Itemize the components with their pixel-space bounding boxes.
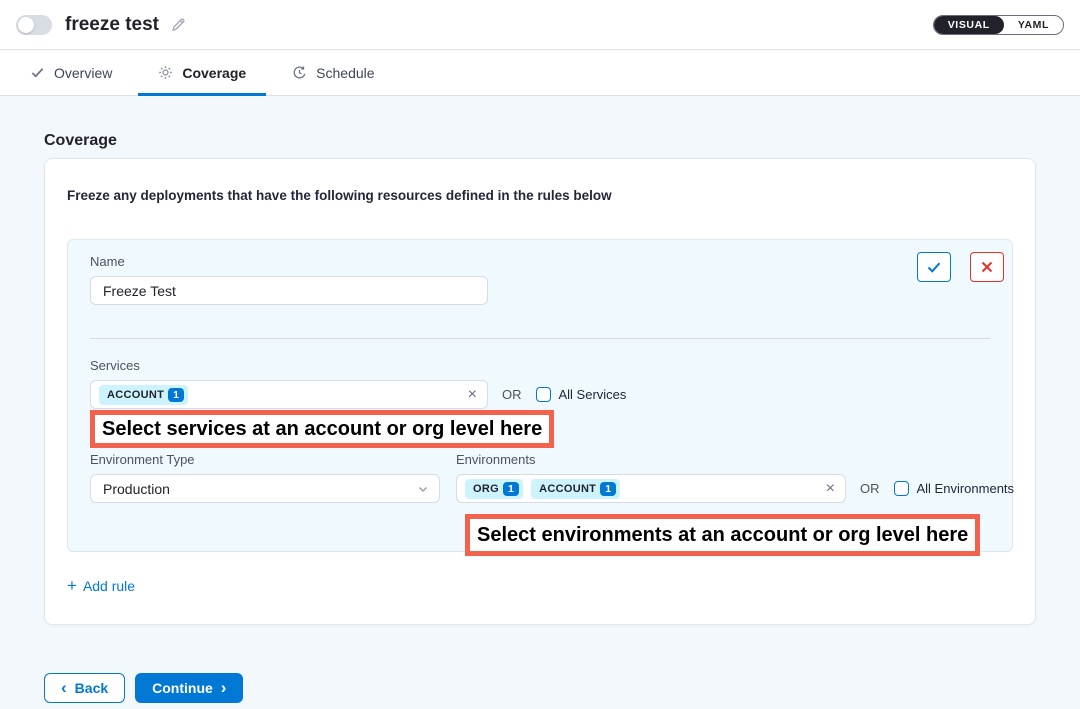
services-row: ACCOUNT 1 × OR All Services <box>90 380 990 409</box>
tab-schedule[interactable]: Schedule <box>278 50 388 95</box>
tab-schedule-label: Schedule <box>316 65 374 81</box>
environments-row: ORG 1 ACCOUNT 1 × OR All Environments <box>456 474 1014 503</box>
name-label: Name <box>90 254 990 269</box>
all-services-label: All Services <box>559 387 627 402</box>
view-mode-toggle: VISUAL YAML <box>933 15 1064 35</box>
chip-label: ORG <box>473 483 499 495</box>
back-button[interactable]: ‹ Back <box>44 673 125 703</box>
gear-icon <box>158 65 173 80</box>
tab-overview[interactable]: Overview <box>16 50 126 95</box>
chip-count-badge: 1 <box>168 388 184 402</box>
rule-name-input[interactable] <box>90 276 488 305</box>
chip-count-badge: 1 <box>600 482 616 496</box>
environments-or-label: OR <box>860 481 880 496</box>
edit-title-icon[interactable] <box>170 16 187 33</box>
service-scope-chip[interactable]: ACCOUNT 1 <box>99 385 188 405</box>
continue-button-label: Continue <box>152 680 213 696</box>
all-services-checkbox[interactable] <box>536 387 551 402</box>
tab-coverage-label: Coverage <box>182 65 246 81</box>
services-multiselect[interactable]: ACCOUNT 1 × <box>90 380 488 409</box>
coverage-card: Freeze any deployments that have the fol… <box>44 158 1036 625</box>
all-environments-label: All Environments <box>917 481 1015 496</box>
all-environments-checkbox[interactable] <box>894 481 909 496</box>
environment-type-select[interactable]: Production <box>90 474 440 503</box>
main-content: Coverage Freeze any deployments that hav… <box>0 132 1080 703</box>
yaml-mode-button[interactable]: YAML <box>1004 16 1063 34</box>
environment-row: Environment Type Production Environments <box>90 452 990 503</box>
tab-overview-label: Overview <box>54 65 112 81</box>
chip-label: ACCOUNT <box>539 483 596 495</box>
chevron-left-icon: ‹ <box>61 679 67 696</box>
chevron-right-icon: › <box>221 679 227 696</box>
chip-label: ACCOUNT <box>107 389 164 401</box>
services-label: Services <box>90 358 990 373</box>
apply-rule-button[interactable] <box>917 252 951 282</box>
card-description: Freeze any deployments that have the fol… <box>67 187 1013 205</box>
visual-mode-button[interactable]: VISUAL <box>934 16 1004 34</box>
add-rule-button[interactable]: + Add rule <box>67 577 135 594</box>
clear-environments-icon[interactable]: × <box>826 481 835 497</box>
check-icon <box>30 65 45 80</box>
rule-actions <box>917 252 1004 282</box>
services-annotation: Select services at an account or org lev… <box>90 410 554 448</box>
environment-type-value: Production <box>103 481 170 497</box>
rule-editor-panel: Name Services ACCOUNT 1 × OR All Service… <box>67 239 1013 552</box>
page-title: freeze test <box>65 14 159 36</box>
chip-count-badge: 1 <box>503 482 519 496</box>
recurring-schedule-icon <box>292 65 307 80</box>
close-icon <box>980 260 994 274</box>
clear-services-icon[interactable]: × <box>468 387 477 403</box>
environments-multiselect[interactable]: ORG 1 ACCOUNT 1 × <box>456 474 846 503</box>
panel-divider <box>90 338 990 339</box>
section-title: Coverage <box>44 132 1036 150</box>
environments-annotation: Select environments at an account or org… <box>465 514 980 556</box>
delete-rule-button[interactable] <box>970 252 1004 282</box>
top-bar: freeze test VISUAL YAML <box>0 0 1080 50</box>
environment-scope-chip[interactable]: ORG 1 <box>465 479 523 499</box>
freeze-enabled-toggle[interactable] <box>16 15 52 35</box>
back-button-label: Back <box>75 680 108 696</box>
environment-scope-chip[interactable]: ACCOUNT 1 <box>531 479 620 499</box>
environments-field: Environments ORG 1 ACCOUNT 1 × <box>456 452 1014 503</box>
chevron-down-icon <box>417 483 429 495</box>
add-rule-label: Add rule <box>83 578 135 594</box>
tab-bar: Overview Coverage Schedule <box>0 50 1080 96</box>
environment-type-field: Environment Type Production <box>90 452 440 503</box>
plus-icon: + <box>67 577 77 594</box>
services-or-label: OR <box>502 387 522 402</box>
environment-type-label: Environment Type <box>90 452 440 467</box>
continue-button[interactable]: Continue › <box>135 673 243 703</box>
environments-label: Environments <box>456 452 1014 467</box>
toggle-knob <box>18 17 34 33</box>
tab-coverage[interactable]: Coverage <box>144 50 260 95</box>
wizard-footer: ‹ Back Continue › <box>44 673 1036 703</box>
check-icon <box>926 259 942 275</box>
